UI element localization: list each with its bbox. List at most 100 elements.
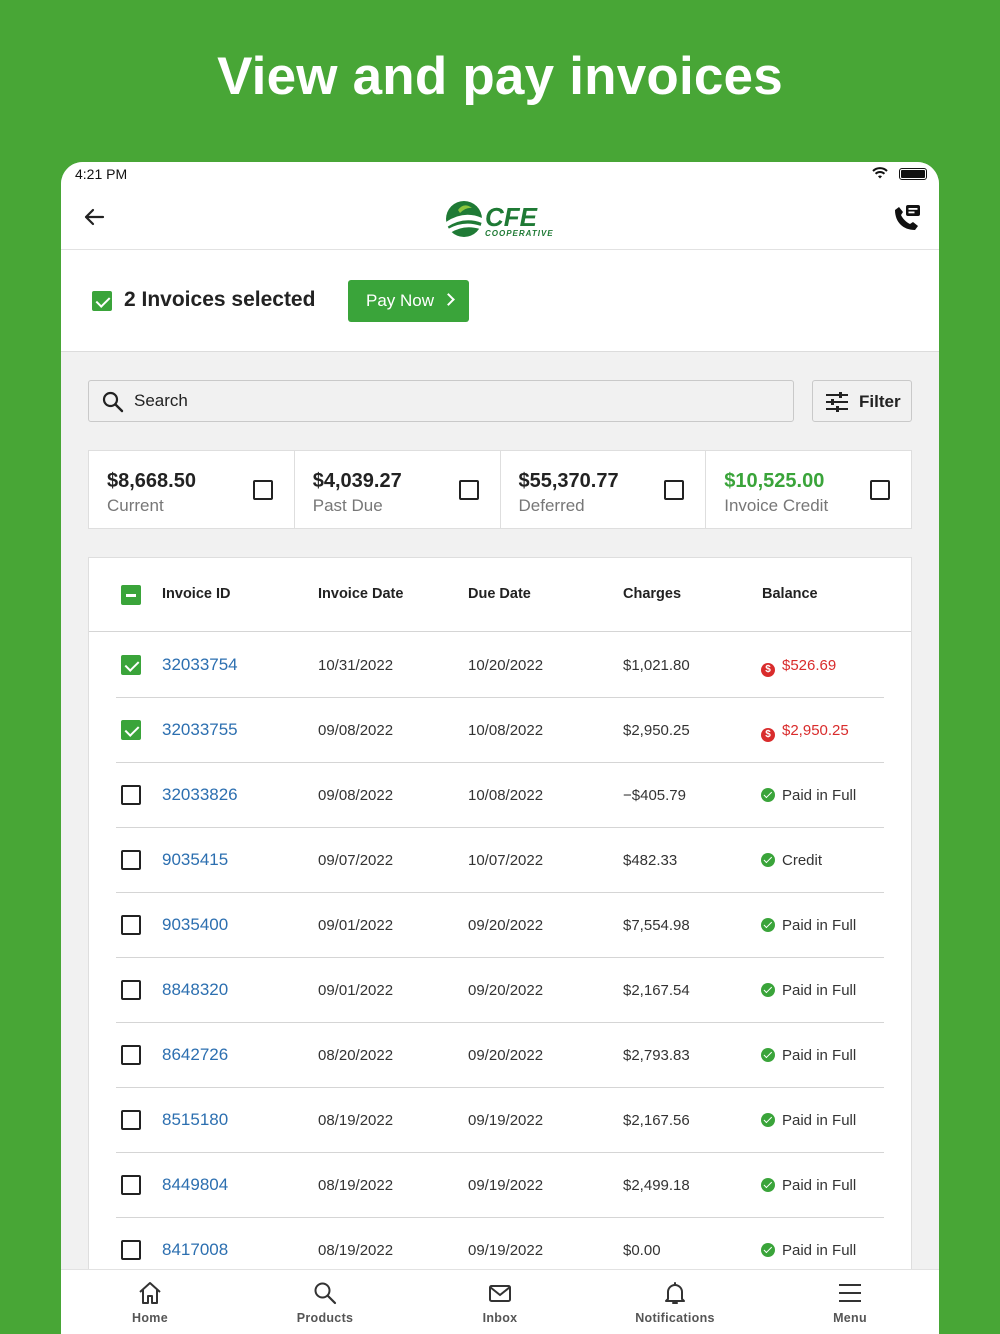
check-circle-icon <box>761 1113 775 1127</box>
row-checkbox[interactable] <box>121 655 141 675</box>
summary-card-deferred[interactable]: $55,370.77 Deferred <box>501 451 707 528</box>
header-invoice-id[interactable]: Invoice ID <box>162 586 231 602</box>
row-checkbox[interactable] <box>121 980 141 1000</box>
tab-inbox[interactable]: Inbox <box>440 1280 560 1325</box>
header-invoice-date[interactable]: Invoice Date <box>318 586 403 602</box>
row-checkbox[interactable] <box>121 1240 141 1260</box>
table-row[interactable]: 8848320 09/01/2022 09/20/2022 $2,167.54 Paid… <box>116 958 884 1023</box>
search-box[interactable] <box>88 380 794 422</box>
cell-charges: $1,021.80 <box>623 657 690 674</box>
back-arrow-icon[interactable] <box>79 202 109 232</box>
dollar-alert-icon: $ <box>761 663 775 677</box>
summary-checkbox[interactable] <box>252 480 273 500</box>
tab-home[interactable]: Home <box>90 1280 210 1325</box>
invoice-id-link[interactable]: 9035415 <box>162 850 228 870</box>
row-checkbox[interactable] <box>121 785 141 805</box>
row-checkbox[interactable] <box>121 1045 141 1065</box>
invoice-id-link[interactable]: 8449804 <box>162 1175 228 1195</box>
header-due-date[interactable]: Due Date <box>468 586 531 602</box>
table-row[interactable]: 32033754 10/31/2022 10/20/2022 $1,021.80 $ $5… <box>116 633 884 698</box>
table-row[interactable]: 8642726 08/20/2022 09/20/2022 $2,793.83 Paid… <box>116 1023 884 1088</box>
mail-icon <box>489 1285 511 1302</box>
check-circle-icon <box>761 1243 775 1257</box>
invoice-id-link[interactable]: 8642726 <box>162 1045 228 1065</box>
header-charges[interactable]: Charges <box>623 586 681 602</box>
summary-checkbox[interactable] <box>870 480 890 500</box>
phone-message-icon[interactable] <box>891 202 923 234</box>
table-row[interactable]: 32033826 09/08/2022 10/08/2022 −$405.79 Paid… <box>116 763 884 828</box>
balance-text: $526.69 <box>782 657 837 674</box>
cell-invoice-date: 09/08/2022 <box>318 787 394 804</box>
tab-notifications[interactable]: Notifications <box>615 1280 735 1325</box>
pay-now-button[interactable]: Pay Now <box>348 280 469 322</box>
balance-text: Paid in Full <box>782 982 857 999</box>
table-row[interactable]: 32033755 09/08/2022 10/08/2022 $2,950.25 $ $2… <box>116 698 884 763</box>
bell-icon <box>665 1282 685 1304</box>
summary-card-past-due[interactable]: $4,039.27 Past Due <box>295 451 501 528</box>
balance-status: Paid in Full <box>761 982 856 999</box>
invoice-id-link[interactable]: 8515180 <box>162 1110 228 1130</box>
tab-label: Products <box>296 1311 354 1325</box>
table-row[interactable]: 9035400 09/01/2022 09/20/2022 $7,554.98 Paid… <box>116 893 884 958</box>
invoice-id-link[interactable]: 32033826 <box>162 785 238 805</box>
chevron-right-icon <box>442 293 455 306</box>
cell-due-date: 09/20/2022 <box>468 982 544 999</box>
row-checkbox[interactable] <box>121 720 141 740</box>
balance-text: Paid in Full <box>782 787 857 804</box>
cell-charges: $2,499.18 <box>623 1177 690 1194</box>
balance-status: Paid in Full <box>761 1112 856 1129</box>
summary-card-current[interactable]: $8,668.50 Current <box>89 451 295 528</box>
cell-charges: $2,167.56 <box>623 1112 690 1129</box>
row-checkbox[interactable] <box>121 850 141 870</box>
balance-text: Paid in Full <box>782 917 857 934</box>
invoice-id-link[interactable]: 32033755 <box>162 720 238 740</box>
summary-label: Current <box>107 496 164 515</box>
summary-cards: $8,668.50 Current $4,039.27 Past Due $55… <box>88 450 912 529</box>
invoice-id-link[interactable]: 8848320 <box>162 980 228 1000</box>
cell-due-date: 10/08/2022 <box>468 722 544 739</box>
table-row[interactable]: 9035415 09/07/2022 10/07/2022 $482.33 Credit <box>116 828 884 893</box>
invoice-id-link[interactable]: 8417008 <box>162 1240 228 1260</box>
dollar-alert-icon: $ <box>761 728 775 742</box>
summary-label: Past Due <box>312 496 383 515</box>
filter-button[interactable]: Filter <box>812 380 912 422</box>
cell-due-date: 10/20/2022 <box>468 657 544 674</box>
invoice-id-link[interactable]: 32033754 <box>162 655 238 675</box>
cell-invoice-date: 08/19/2022 <box>318 1242 394 1259</box>
logo-subtext: COOPERATIVE <box>485 229 554 238</box>
pay-now-label: Pay Now <box>366 291 435 310</box>
check-circle-icon <box>761 918 775 932</box>
row-checkbox[interactable] <box>121 915 141 935</box>
balance-text: Paid in Full <box>782 1047 857 1064</box>
balance-status: $ $2,950.25 <box>761 722 849 742</box>
cell-charges: $482.33 <box>623 852 678 869</box>
search-input[interactable] <box>134 389 734 413</box>
cell-invoice-date: 09/07/2022 <box>318 852 394 869</box>
cell-due-date: 09/19/2022 <box>468 1177 544 1194</box>
summary-checkbox[interactable] <box>458 480 479 500</box>
cell-charges: $0.00 <box>623 1242 661 1259</box>
invoice-id-link[interactable]: 9035400 <box>162 915 228 935</box>
balance-status: Paid in Full <box>761 787 856 804</box>
select-all-checkbox[interactable] <box>121 585 141 605</box>
row-checkbox[interactable] <box>121 1110 141 1130</box>
cell-due-date: 09/19/2022 <box>468 1242 544 1259</box>
table-header: Invoice ID Invoice Date Due Date Charges… <box>89 558 911 632</box>
tab-label: Notifications <box>635 1311 715 1325</box>
table-row[interactable]: 8515180 08/19/2022 09/19/2022 $2,167.56 Paid… <box>116 1088 884 1153</box>
tab-products[interactable]: Products <box>265 1280 385 1325</box>
balance-status: $ $526.69 <box>761 657 836 677</box>
select-all-selected-checkbox[interactable] <box>92 291 112 311</box>
header-balance[interactable]: Balance <box>762 586 818 602</box>
balance-status: Paid in Full <box>761 917 856 934</box>
balance-status: Paid in Full <box>761 1047 856 1064</box>
cell-invoice-date: 08/19/2022 <box>318 1177 394 1194</box>
table-row[interactable]: 8449804 08/19/2022 09/19/2022 $2,499.18 Paid… <box>116 1153 884 1218</box>
status-time: 4:21 PM <box>75 166 128 182</box>
summary-checkbox[interactable] <box>664 480 685 500</box>
summary-card-invoice-credit[interactable]: $10,525.00 Invoice Credit <box>706 451 911 528</box>
balance-status: Paid in Full <box>761 1177 856 1194</box>
row-checkbox[interactable] <box>121 1175 141 1195</box>
tab-menu[interactable]: Menu <box>790 1280 910 1325</box>
tab-label: Home <box>132 1311 168 1325</box>
